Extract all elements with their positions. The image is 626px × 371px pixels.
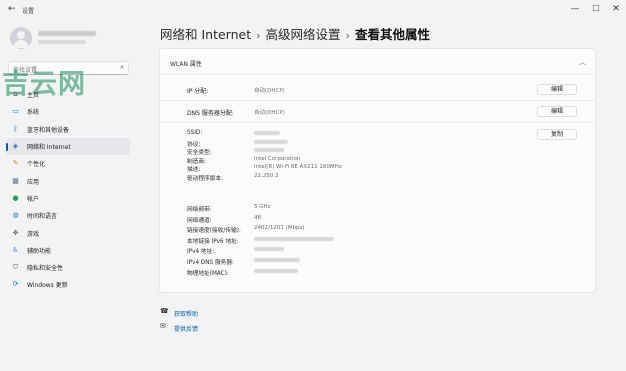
property-label: 本地链接 IPv6 地址: [187, 238, 239, 245]
breadcrumb-separator: › [256, 29, 261, 42]
sidebar-item-gamepad[interactable]: ✥ 游戏 [6, 224, 130, 241]
sidebar-item-account[interactable]: ● 帐户 [6, 190, 130, 207]
property-value: 2402/1201 (Mbps) [254, 225, 305, 232]
home-icon: ⌂ [13, 90, 18, 99]
feedback-icon: ✉ [160, 322, 166, 330]
sidebar-item-label: 隐私和安全性 [27, 265, 64, 273]
search-icon[interactable]: ⌕ [120, 63, 124, 72]
edit-ip-button[interactable]: 编辑 [537, 84, 577, 95]
sidebar-item-globe[interactable]: ◍ 时间和语言 [6, 207, 130, 224]
sidebar-item-label: 系统 [27, 109, 40, 117]
page-title: 查看其他属性 [354, 27, 430, 42]
back-arrow-icon[interactable]: ← [8, 4, 16, 14]
bluetooth-icon: ᛒ [13, 124, 18, 133]
accessibility-icon: ♿ [12, 245, 19, 254]
sidebar-item-brush[interactable]: ✎ 个性化 [6, 155, 130, 172]
sidebar-item-label: 个性化 [27, 161, 46, 169]
breadcrumb-separator: › [345, 29, 350, 42]
property-label: 网络频带: [187, 207, 212, 213]
sidebar-item-system[interactable]: ▭ 系统 [6, 103, 130, 120]
sidebar-item-label: 网络和 Internet [27, 144, 71, 152]
give-feedback-link[interactable]: 提供反馈 [174, 324, 198, 333]
sidebar-item-update[interactable]: ⟳ Windows 更新 [6, 276, 130, 293]
property-label: 驱动程序版本: [187, 176, 224, 182]
sidebar-nav: ⌂ 主页 ▭ 系统 ᛒ 蓝牙和其他设备 ◈ 网络和 Internet ✎ 个性化 ▦ 应用 ● 帐户 ◍ 时间… [6, 86, 130, 294]
copy-button[interactable]: 复制 [537, 129, 577, 140]
property-value-redacted [254, 139, 288, 144]
dns-assignment-label: DNS 服务器分配: [187, 110, 234, 117]
account-icon: ● [12, 193, 19, 202]
sidebar-item-label: Windows 更新 [27, 282, 68, 290]
sidebar-item-label: 应用 [27, 178, 40, 186]
breadcrumb-advanced[interactable]: 高级网络设置 [266, 27, 341, 42]
edit-dns-button[interactable]: 编辑 [537, 106, 577, 117]
window-title: 设置 [22, 8, 35, 15]
property-value-redacted [254, 258, 300, 262]
globe-icon: ◍ [12, 211, 19, 220]
property-label: 物理地址(MAC): [187, 270, 229, 277]
property-label: SSID: [187, 130, 203, 136]
dns-assignment-value: 自动(DHCP) [254, 110, 285, 116]
gamepad-icon: ✥ [12, 228, 19, 237]
property-value: 5 GHz [254, 204, 271, 210]
property-value-redacted [254, 247, 284, 252]
chevron-up-icon[interactable]: ︿ [579, 57, 586, 67]
avatar [10, 27, 32, 49]
user-name-redacted [38, 31, 96, 36]
property-value: 48 [254, 214, 261, 221]
sidebar-item-shield[interactable]: ⛉ 隐私和安全性 [6, 259, 130, 276]
wifi-icon: ◈ [12, 142, 19, 151]
sidebar-item-bluetooth[interactable]: ᛒ 蓝牙和其他设备 [6, 121, 130, 138]
sidebar-item-label: 辅助功能 [27, 247, 52, 255]
property-value-redacted [254, 148, 284, 153]
property-value-redacted [254, 236, 334, 241]
title-bar: ← 设置 — ☐ ✕ [0, 0, 626, 20]
sidebar-item-wifi[interactable]: ◈ 网络和 Internet [6, 137, 130, 156]
maximize-button[interactable]: ☐ [589, 3, 603, 15]
property-label: IPv4 DNS 服务器: [187, 260, 234, 266]
close-button[interactable]: ✕ [609, 3, 623, 15]
minimize-button[interactable]: — [568, 3, 582, 15]
card-title: WLAN 属性 [170, 61, 202, 68]
shield-icon: ⛉ [12, 263, 19, 272]
property-label: 链接速度(接收/传输): [187, 228, 241, 235]
sidebar-item-accessibility[interactable]: ♿ 辅助功能 [6, 242, 130, 259]
sidebar-item-label: 游戏 [27, 230, 40, 238]
dns-assignment-row: DNS 服务器分配: 自动(DHCP) 编辑 [160, 101, 595, 123]
sidebar-item-label: 蓝牙和其他设备 [27, 126, 70, 134]
property-label: 网络通道: [187, 217, 212, 224]
breadcrumb: 网络和 Internet › 高级网络设置 › 查看其他属性 [160, 24, 430, 43]
ip-assignment-row: IP 分配: 自动(DHCP) 编辑 [160, 79, 595, 101]
system-icon: ▭ [12, 107, 19, 116]
help-icon: ☎ [160, 307, 169, 315]
property-value-redacted [254, 131, 280, 135]
ip-assignment-label: IP 分配: [187, 88, 209, 95]
get-help-link[interactable]: 获取帮助 [174, 309, 198, 318]
user-email-redacted [38, 40, 86, 44]
property-value-redacted [254, 268, 298, 273]
breadcrumb-network[interactable]: 网络和 Internet [160, 27, 251, 42]
property-value: Intel(R) Wi-Fi 6E AX211 160MHz [254, 164, 342, 171]
card-header[interactable]: WLAN 属性 ︿ [160, 49, 595, 75]
property-label: IPv4 地址: [187, 249, 215, 256]
brush-icon: ✎ [12, 159, 19, 168]
sidebar-item-label: 主页 [27, 92, 40, 100]
property-value: Intel Corporation [254, 155, 301, 162]
update-icon: ⟳ [12, 280, 19, 289]
sidebar-item-apps[interactable]: ▦ 应用 [6, 172, 130, 189]
apps-icon: ▦ [12, 176, 19, 185]
sidebar-item-label: 时间和语言 [27, 213, 58, 221]
wlan-properties-card: WLAN 属性 ︿ IP 分配: 自动(DHCP) 编辑 DNS 服务器分配: … [159, 48, 596, 293]
sidebar-item-label: 帐户 [27, 195, 40, 203]
sidebar-item-home[interactable]: ⌂ 主页 [6, 86, 130, 103]
user-profile[interactable] [10, 27, 150, 49]
property-value: 22.250.2 [254, 173, 279, 179]
ip-assignment-value: 自动(DHCP) [254, 88, 285, 94]
